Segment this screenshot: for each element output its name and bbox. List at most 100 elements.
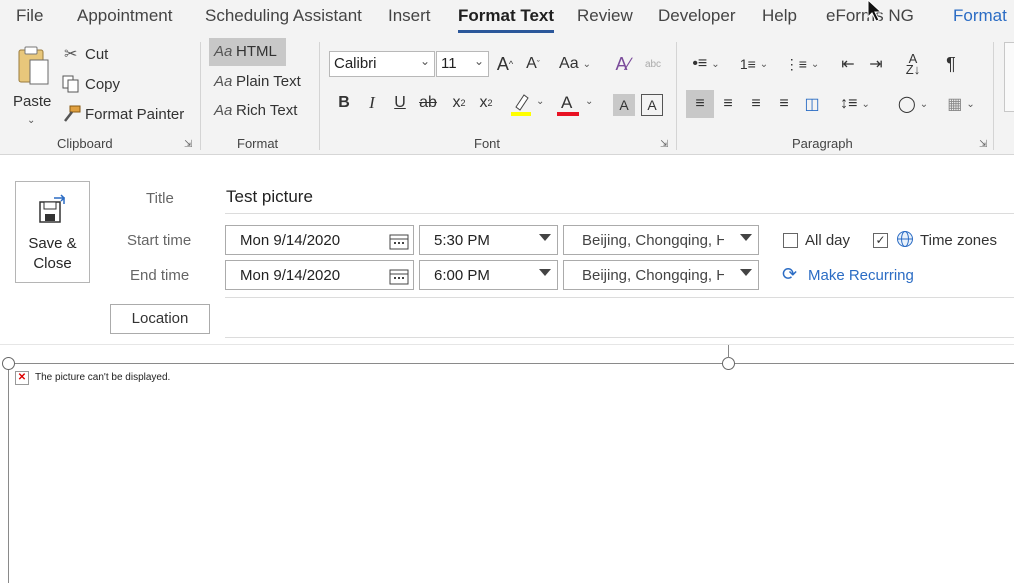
show-formatting-marks-icon[interactable]: ¶: [939, 52, 963, 76]
paste-label: Paste: [13, 93, 52, 110]
tab-review[interactable]: Review: [577, 6, 633, 26]
shading-icon[interactable]: ◯ ⌄: [892, 90, 934, 118]
character-shading-icon[interactable]: A: [613, 94, 635, 116]
title-input[interactable]: Test picture: [226, 187, 313, 207]
strikethrough-icon[interactable]: ab: [416, 91, 440, 115]
numbering-icon[interactable]: 1≡ ⌄: [734, 52, 774, 76]
cut-button[interactable]: ✂ Cut: [62, 44, 182, 66]
distributed-icon[interactable]: ◫: [800, 90, 824, 118]
end-time-field[interactable]: 6:00 PM: [419, 260, 558, 290]
character-border-icon[interactable]: A: [641, 94, 663, 116]
format-html-label: HTML: [236, 43, 277, 60]
tab-file[interactable]: File: [16, 6, 43, 26]
time-zones-label: Time zones: [920, 232, 997, 249]
font-group-label: Font: [474, 136, 501, 151]
multilevel-list-icon[interactable]: ⋮≡ ⌄: [782, 52, 822, 76]
tab-insert[interactable]: Insert: [388, 6, 431, 26]
tab-format[interactable]: Format: [953, 6, 1007, 26]
font-family-value: Calibri: [334, 55, 377, 72]
format-plain-text-button[interactable]: Aa Plain Text: [209, 70, 309, 96]
underline-icon[interactable]: U: [389, 91, 411, 115]
font-size-combo[interactable]: 11 ⌄: [436, 51, 489, 77]
italic-icon[interactable]: I: [361, 91, 383, 115]
save-close-label: Save & Close: [28, 235, 77, 272]
resize-handle-top-center[interactable]: [722, 357, 735, 370]
mouse-cursor-icon: [867, 0, 883, 22]
text-effects-icon[interactable]: abc: [640, 52, 666, 76]
separator: [225, 297, 1014, 298]
chevron-down-icon: ⌄: [27, 115, 36, 126]
subscript-icon[interactable]: x2: [447, 91, 471, 115]
start-time-label: Start time: [127, 232, 192, 249]
tab-format-text[interactable]: Format Text: [458, 6, 555, 33]
end-time-value: 6:00 PM: [434, 267, 490, 284]
format-html-button[interactable]: Aa HTML: [209, 38, 286, 66]
align-right-icon[interactable]: ≡: [744, 90, 768, 118]
font-family-combo[interactable]: Calibri ⌄: [329, 51, 435, 77]
copy-button[interactable]: Copy: [62, 74, 182, 96]
tab-scheduling-assistant[interactable]: Scheduling Assistant: [205, 6, 362, 26]
align-left-icon[interactable]: ≡: [686, 90, 714, 118]
format-aa-icon: Aa: [214, 102, 233, 119]
chevron-down-icon: ⌄: [419, 54, 430, 68]
calendar-icon[interactable]: [389, 267, 409, 285]
calendar-icon[interactable]: [389, 232, 409, 250]
font-size-value: 11: [441, 55, 457, 72]
format-painter-label: Format Painter: [85, 106, 185, 123]
borders-icon[interactable]: ▦ ⌄: [940, 90, 982, 118]
chevron-down-icon: ⌄: [473, 54, 484, 68]
format-group-label: Format: [237, 136, 279, 151]
format-rich-text-button[interactable]: Aa Rich Text: [209, 99, 309, 125]
all-day-checkbox[interactable]: [783, 233, 798, 248]
start-timezone-field[interactable]: Beijing, Chongqing, Ho: [563, 225, 759, 255]
grow-font-icon[interactable]: A ^: [494, 52, 516, 76]
end-time-label: End time: [130, 267, 190, 284]
time-zones-checkbox[interactable]: ✓: [873, 233, 888, 248]
end-timezone-field[interactable]: Beijing, Chongqing, Ho: [563, 260, 759, 290]
end-date-field[interactable]: Mon 9/14/2020: [225, 260, 414, 290]
clear-formatting-icon[interactable]: A∕: [610, 52, 636, 76]
tab-appointment[interactable]: Appointment: [77, 6, 172, 26]
increase-indent-icon[interactable]: ⇥: [864, 52, 888, 76]
start-date-field[interactable]: Mon 9/14/2020: [225, 225, 414, 255]
font-color-button[interactable]: A ⌄: [556, 92, 598, 118]
highlight-button[interactable]: ⌄: [508, 92, 550, 118]
bullets-icon[interactable]: •≡ ⌄: [686, 52, 726, 76]
bold-icon[interactable]: B: [333, 91, 355, 115]
save-close-button[interactable]: Save & Close: [15, 181, 90, 283]
tab-help[interactable]: Help: [762, 6, 797, 26]
globe-icon: [897, 231, 913, 247]
all-day-label: All day: [805, 232, 851, 249]
paragraph-launcher-icon[interactable]: ⇲: [979, 139, 987, 150]
styles-gallery[interactable]: [1004, 42, 1014, 112]
clipboard-launcher-icon[interactable]: ⇲: [184, 139, 192, 150]
sort-icon[interactable]: A Z↓: [900, 50, 926, 78]
resize-handle-top-left[interactable]: [2, 357, 15, 370]
start-time-field[interactable]: 5:30 PM: [419, 225, 558, 255]
tab-developer[interactable]: Developer: [658, 6, 736, 26]
start-time-value: 5:30 PM: [434, 232, 490, 249]
ribbon-divider: [993, 42, 994, 150]
format-rich-text-label: Rich Text: [236, 102, 298, 119]
align-center-icon[interactable]: ≡: [716, 90, 740, 118]
save-icon: [39, 194, 66, 223]
ribbon-divider: [676, 42, 677, 150]
font-launcher-icon[interactable]: ⇲: [660, 139, 668, 150]
change-case-icon[interactable]: Aa ⌄: [556, 52, 594, 76]
copy-icon: [62, 75, 79, 93]
title-underline: [225, 213, 1014, 214]
shrink-font-icon[interactable]: Aˇ: [522, 52, 544, 76]
location-button[interactable]: Location: [110, 304, 210, 334]
superscript-icon[interactable]: x2: [474, 91, 498, 115]
dropdown-arrow-icon: [539, 234, 551, 241]
make-recurring-button[interactable]: ⟳ Make Recurring: [782, 264, 922, 287]
picture-frame[interactable]: [8, 363, 1014, 583]
format-aa-icon: Aa: [214, 73, 233, 90]
line-spacing-icon[interactable]: ↕≡ ⌄: [834, 90, 876, 118]
location-underline: [225, 337, 1014, 338]
decrease-indent-icon[interactable]: ⇤: [836, 52, 860, 76]
paste-button[interactable]: Paste ⌄: [10, 42, 56, 126]
format-aa-icon: Aa: [214, 43, 233, 60]
justify-icon[interactable]: ≡: [772, 90, 796, 118]
format-painter-button[interactable]: Format Painter: [62, 104, 192, 126]
